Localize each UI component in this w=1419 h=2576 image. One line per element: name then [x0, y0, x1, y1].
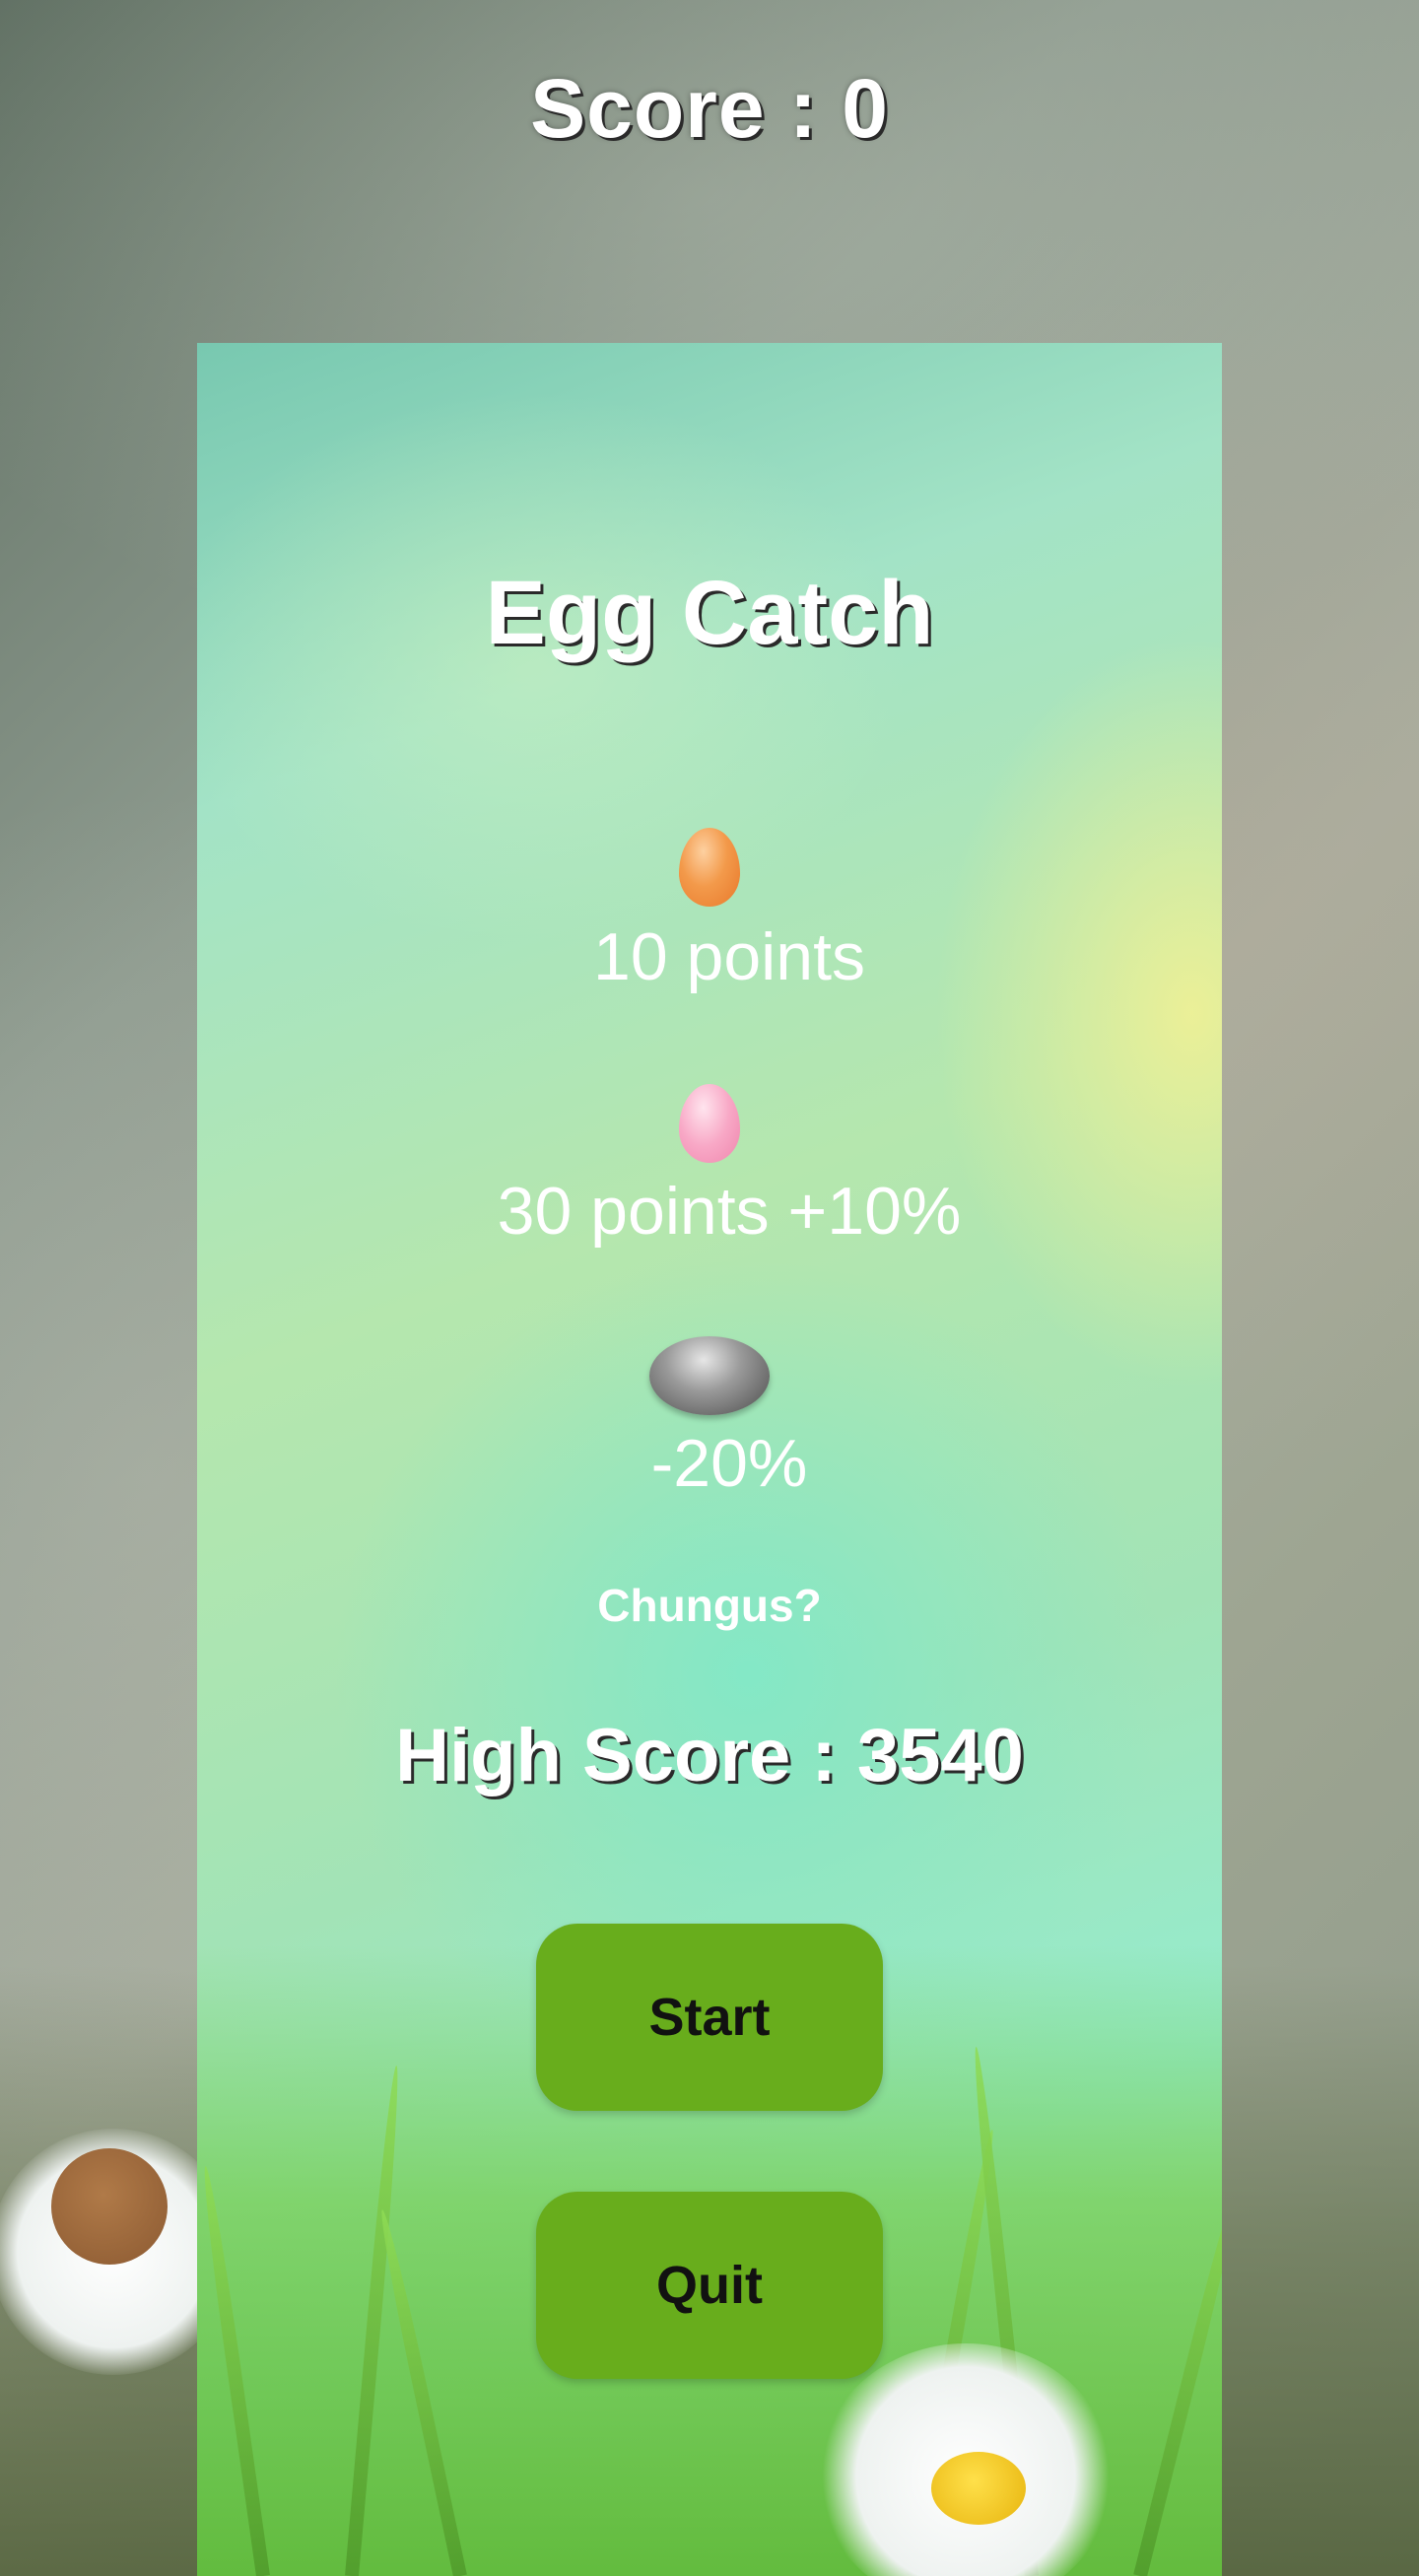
start-menu-panel: Egg Catch 10 points 30 points +10% -20% … — [197, 343, 1222, 2576]
daisy-bottom-center — [931, 2452, 1026, 2525]
daisy-left-center — [51, 2148, 168, 2265]
pink-egg-icon — [679, 1084, 740, 1163]
stone-icon — [649, 1336, 770, 1415]
orange-egg-points: 10 points — [593, 919, 865, 994]
start-button[interactable]: Start — [536, 1924, 883, 2111]
game-title: Egg Catch — [485, 563, 934, 663]
chungus-link[interactable]: Chungus? — [197, 1579, 1222, 1632]
stone-penalty: -20% — [650, 1426, 808, 1501]
pink-egg-points: 30 points +10% — [497, 1174, 962, 1249]
score-display: Score : 0 — [530, 62, 889, 155]
high-score: High Score : 3540 — [395, 1714, 1024, 1797]
quit-button[interactable]: Quit — [536, 2192, 883, 2379]
orange-egg-icon — [679, 828, 740, 907]
